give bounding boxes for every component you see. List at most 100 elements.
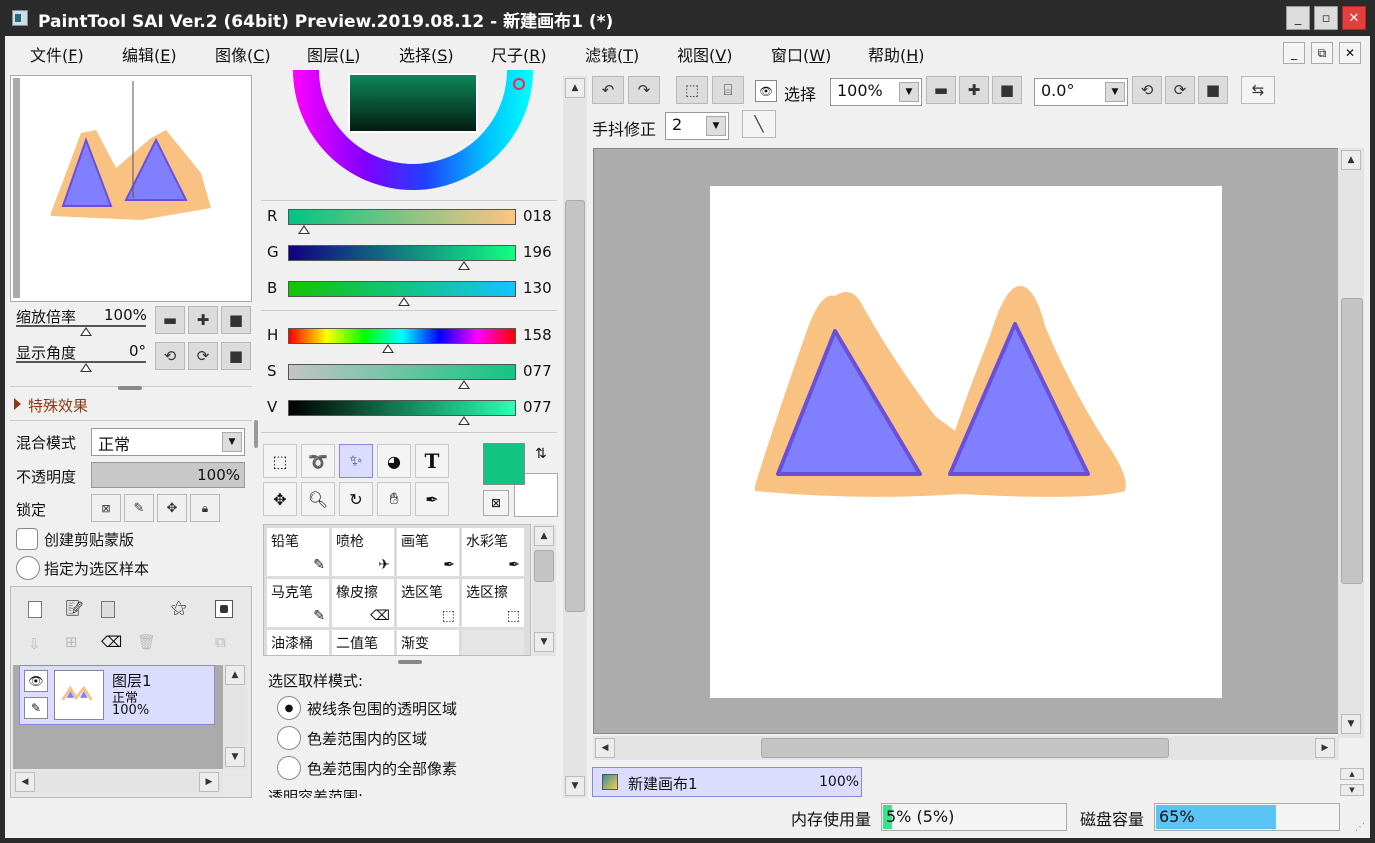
transparent-color-icon[interactable]: ⊠ bbox=[483, 490, 509, 516]
selection-mode-radio[interactable] bbox=[277, 726, 301, 750]
invert-selection-button[interactable]: ⌸ bbox=[712, 76, 744, 104]
brush-item[interactable]: 选区笔 ⬚ bbox=[396, 578, 460, 628]
zoom-slider-handle[interactable] bbox=[80, 327, 92, 336]
menu-item-h[interactable]: 帮助(H) bbox=[868, 42, 925, 66]
primary-color-swatch[interactable] bbox=[483, 443, 525, 485]
color-slider-handle-h[interactable] bbox=[382, 344, 395, 353]
layer-row[interactable]: 👁︎ ✎ 图层1 正常 100% bbox=[19, 665, 215, 725]
view-zoom-in-button[interactable]: ✚ bbox=[959, 76, 989, 104]
zoom-tool[interactable]: 🔍︎ bbox=[301, 482, 335, 516]
view-rotate-reset-button[interactable]: ■ bbox=[1198, 76, 1228, 104]
text-tool[interactable]: T bbox=[415, 444, 449, 478]
left-column-divider[interactable] bbox=[254, 420, 258, 448]
mdi-minimize-button[interactable]: _ bbox=[1283, 42, 1305, 64]
view-zoom-select[interactable]: 100% ▼ bbox=[830, 78, 922, 106]
tool-panel-scrollbar[interactable]: ▲ ▼ bbox=[563, 76, 587, 798]
brush-item[interactable]: 马克笔 ✎ bbox=[266, 578, 330, 628]
selection-visibility-icon[interactable]: 👁︎ bbox=[755, 80, 777, 102]
color-slider-handle-s[interactable] bbox=[457, 380, 470, 389]
merge-down-icon[interactable]: ⇩ bbox=[28, 635, 41, 653]
new-layer-folder-icon[interactable]: 📝︎ bbox=[65, 599, 84, 617]
view-zoom-out-button[interactable]: ▬ bbox=[926, 76, 956, 104]
brush-scrollbar[interactable]: ▲ ▼ bbox=[532, 524, 556, 656]
rotate-reset-button[interactable]: ■ bbox=[221, 342, 251, 370]
menu-item-l[interactable]: 图层(L) bbox=[307, 42, 360, 66]
splitter-grip[interactable] bbox=[118, 386, 142, 390]
view-rotate-right-button[interactable]: ⟳ bbox=[1165, 76, 1195, 104]
add-layer-icon[interactable]: ⊞ bbox=[65, 633, 78, 651]
color-slider-handle-b[interactable] bbox=[398, 297, 411, 306]
scroll-right-button[interactable]: ▶ bbox=[199, 772, 219, 792]
selection-mode-radio[interactable] bbox=[277, 756, 301, 780]
scroll-left-button[interactable]: ◀ bbox=[595, 738, 615, 758]
scroll-up-button[interactable]: ▲ bbox=[1341, 150, 1361, 170]
magic-wand-tool[interactable]: ✨︎ bbox=[339, 444, 373, 478]
color-slider-b[interactable] bbox=[288, 281, 516, 297]
layer-mask-icon[interactable] bbox=[215, 600, 233, 618]
document-tab[interactable]: 新建画布1 100% bbox=[592, 767, 862, 797]
color-slider-v[interactable] bbox=[288, 400, 516, 416]
opacity-slider[interactable]: 100% bbox=[91, 462, 245, 488]
color-slider-handle-g[interactable] bbox=[457, 261, 470, 270]
rect-select-tool[interactable]: ⬚ bbox=[263, 444, 297, 478]
zoom-slider[interactable] bbox=[16, 325, 146, 336]
color-slider-handle-r[interactable] bbox=[297, 225, 310, 234]
selection-sample-radio[interactable] bbox=[16, 556, 40, 580]
angle-slider-handle[interactable] bbox=[80, 363, 92, 372]
swap-colors-icon[interactable]: ⇅ bbox=[535, 446, 547, 462]
clipping-mask-checkbox[interactable] bbox=[16, 528, 38, 550]
brush-item[interactable]: 橡皮擦 ⌫ bbox=[331, 578, 395, 628]
rotate-right-button[interactable]: ⟳ bbox=[188, 342, 218, 370]
hand-tool[interactable]: ✋︎ bbox=[377, 482, 411, 516]
scroll-thumb[interactable] bbox=[534, 550, 554, 582]
scroll-thumb[interactable] bbox=[761, 738, 1169, 758]
color-slider-h[interactable] bbox=[288, 328, 516, 344]
menu-item-e[interactable]: 编辑(E) bbox=[122, 42, 177, 66]
brush-item[interactable]: 画笔 ✒ bbox=[396, 527, 460, 577]
brush-item[interactable]: 水彩笔 ✒ bbox=[461, 527, 525, 577]
rotate-tool[interactable]: ↻ bbox=[339, 482, 373, 516]
menu-item-t[interactable]: 滤镜(T) bbox=[585, 42, 639, 66]
effects-header[interactable]: 特殊效果 bbox=[28, 395, 88, 416]
zoom-reset-button[interactable]: ■ bbox=[221, 306, 251, 334]
duplicate-layer-icon[interactable]: ⧉ bbox=[215, 633, 226, 651]
deselect-button[interactable]: ⬚ bbox=[676, 76, 708, 104]
flip-horizontal-button[interactable]: ⇆ bbox=[1241, 76, 1275, 104]
layer-pen-icon[interactable]: ✎ bbox=[24, 697, 48, 719]
brush-item[interactable]: 渐变 bbox=[396, 629, 460, 655]
mdi-close-button[interactable]: ✕ bbox=[1339, 42, 1361, 64]
close-button[interactable]: ✕ bbox=[1342, 6, 1366, 30]
layer-effects-icon[interactable]: ⚝ bbox=[171, 598, 187, 618]
color-slider-g[interactable] bbox=[288, 245, 516, 261]
layer-list-scrollbar[interactable]: ▲ ▼ bbox=[223, 665, 247, 769]
navigator-scrollbar[interactable] bbox=[13, 78, 20, 298]
tab-scroll-down-button[interactable]: ▼ bbox=[1340, 784, 1364, 796]
splitter-grip[interactable] bbox=[398, 660, 422, 664]
scroll-thumb[interactable] bbox=[1341, 298, 1363, 584]
mdi-restore-button[interactable]: ⧉ bbox=[1311, 42, 1333, 64]
view-angle-select[interactable]: 0.0° ▼ bbox=[1034, 78, 1128, 106]
color-slider-s[interactable] bbox=[288, 364, 516, 380]
scroll-down-button[interactable]: ▼ bbox=[534, 632, 554, 652]
scroll-up-button[interactable]: ▲ bbox=[225, 665, 245, 685]
brush-item[interactable]: 喷枪 ✈︎ bbox=[331, 527, 395, 577]
undo-button[interactable]: ↶ bbox=[592, 76, 624, 104]
menu-item-c[interactable]: 图像(C) bbox=[215, 42, 271, 66]
shape-tool[interactable]: ◕ bbox=[377, 444, 411, 478]
tab-scroll-up-button[interactable]: ▲ bbox=[1340, 768, 1364, 780]
color-slider-r[interactable] bbox=[288, 209, 516, 225]
visibility-eye-icon[interactable]: 👁︎ bbox=[24, 670, 48, 692]
eyedropper-tool[interactable]: ✒ bbox=[415, 482, 449, 516]
lasso-tool[interactable]: ➰ bbox=[301, 444, 335, 478]
brush-item[interactable]: 铅笔 ✎ bbox=[266, 527, 330, 577]
menu-item-f[interactable]: 文件(F) bbox=[30, 42, 84, 66]
clear-layer-icon[interactable]: ⌫ bbox=[101, 633, 122, 651]
scroll-thumb[interactable] bbox=[565, 200, 585, 612]
lock-paint-icon[interactable]: ✎ bbox=[124, 494, 154, 522]
delete-layer-icon[interactable]: 🗑︎ bbox=[137, 633, 156, 651]
canvas-page[interactable] bbox=[710, 186, 1222, 698]
scroll-left-button[interactable]: ◀ bbox=[15, 772, 35, 792]
brush-item[interactable]: 选区擦 ⬚ bbox=[461, 578, 525, 628]
zoom-in-button[interactable]: ✚ bbox=[188, 306, 218, 334]
lock-all-icon[interactable]: 🔒︎ bbox=[190, 494, 220, 522]
